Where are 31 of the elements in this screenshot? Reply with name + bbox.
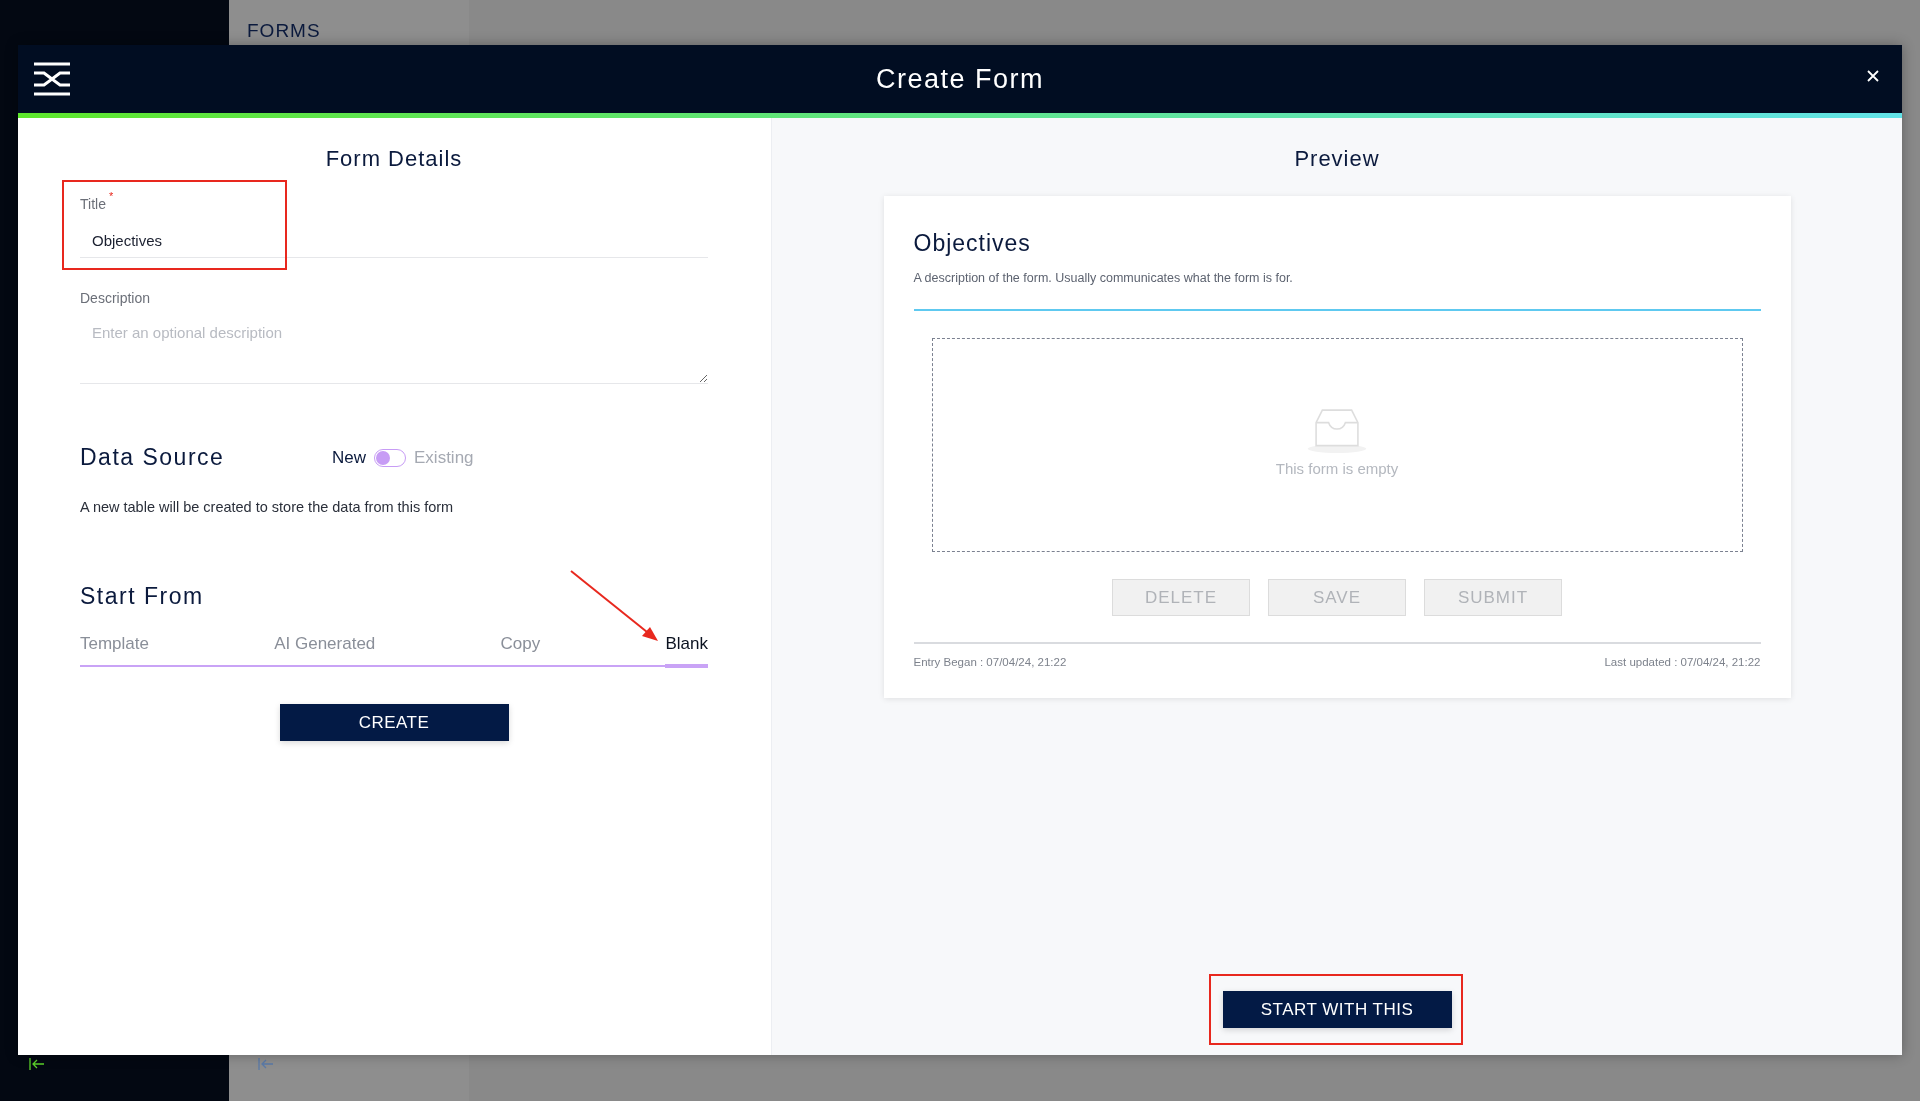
title-input[interactable]: Objectives — [80, 232, 708, 258]
section-heading: Preview — [1294, 146, 1380, 172]
section-heading: Start From — [80, 583, 205, 610]
collapse-icon[interactable] — [29, 1057, 45, 1071]
tab[interactable]: AI Generated — [274, 626, 376, 668]
tab[interactable]: Blank — [665, 626, 708, 668]
section-heading: Form Details — [324, 146, 464, 172]
option-label: Existing — [414, 447, 474, 468]
form-button[interactable]: SUBMIT — [1424, 579, 1562, 616]
info-text: A new table will be created to store the data from this form — [80, 499, 455, 515]
tab[interactable]: Copy — [500, 626, 541, 668]
section-heading: Data Source — [80, 444, 226, 471]
option-label: New — [332, 447, 366, 468]
empty-text: This form is empty — [1275, 459, 1399, 477]
create-button[interactable]: CREATE — [279, 704, 509, 741]
form-title: Objectives — [913, 230, 1032, 257]
section-title: FORMS — [247, 20, 321, 42]
entry-began-text: Entry Began : 07/04/24, 21:22 — [913, 656, 1067, 668]
form-description: A description of the form. Usually communicates what the form is for. — [913, 271, 1761, 311]
close-icon[interactable] — [1866, 69, 1880, 83]
last-updated-text: Last updated : 07/04/24, 21:22 — [1604, 656, 1761, 668]
dialog-title: Create Form — [875, 63, 1044, 95]
start-button[interactable]: START WITH THIS — [1222, 991, 1452, 1028]
field-label: Description — [80, 290, 151, 306]
field-label: Title — [80, 196, 106, 212]
required-mark: * — [108, 191, 114, 204]
logo-icon — [34, 61, 70, 97]
form-button[interactable]: SAVE — [1268, 579, 1406, 616]
description-input[interactable]: Enter an optional description — [80, 324, 708, 384]
form-button[interactable]: DELETE — [1112, 579, 1250, 616]
tab[interactable]: Template — [80, 626, 149, 668]
